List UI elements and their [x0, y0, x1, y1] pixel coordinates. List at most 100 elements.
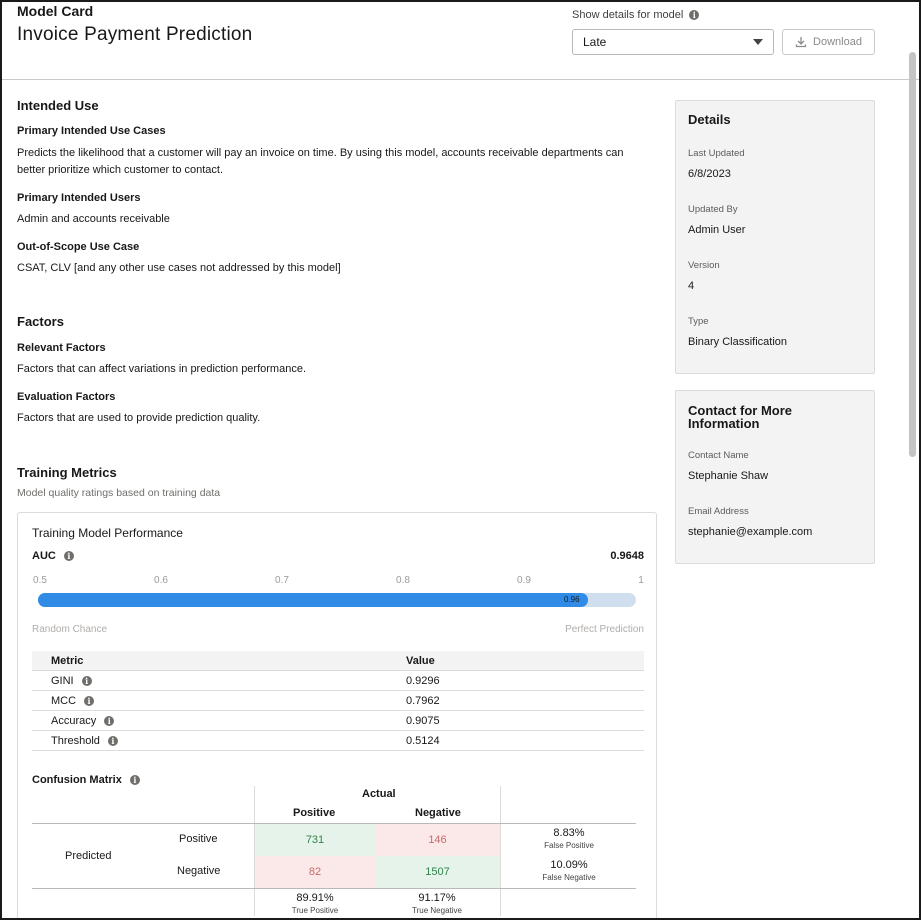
confusion-matrix-title: Confusion Matrix i [32, 774, 140, 786]
download-icon [795, 37, 807, 48]
oos-text: CSAT, CLV [and any other use cases not a… [17, 262, 341, 274]
model-card-page: Model Card Invoice Payment Prediction Sh… [0, 0, 921, 920]
auc-value: 0.9648 [610, 550, 644, 562]
scale-tick: 0.5 [33, 575, 47, 586]
type-label: Type [688, 316, 709, 327]
chevron-down-icon [753, 39, 763, 45]
users-text: Admin and accounts receivable [17, 213, 170, 225]
metric-name-cell: GINI i [32, 675, 387, 687]
metric-name: GINI [51, 674, 74, 687]
false-negative-cell: 82 [255, 856, 375, 888]
fn-rate-label: False Negative [542, 873, 596, 882]
row-positive-label: Positive [179, 833, 218, 845]
auc-label-text: AUC [32, 550, 56, 562]
metric-name: MCC [51, 694, 77, 707]
random-chance-label: Random Chance [32, 624, 108, 635]
metrics-table: Metric Value GINI i 0.9296 MCC i 0.7962 Ac… [32, 651, 644, 751]
info-icon[interactable]: i [107, 735, 118, 746]
row-negative-label: Negative [177, 865, 221, 877]
fp-rate: 8.83% False Positive [499, 827, 639, 850]
email-link[interactable]: stephanie@example.com [688, 526, 812, 538]
scale-tick: 0.6 [154, 575, 168, 586]
scrollbar-thumb[interactable] [909, 52, 916, 457]
tn-rate-label: True Negative [412, 906, 462, 915]
fp-rate-value: 8.83% [553, 827, 585, 839]
fp-rate-label: False Positive [544, 841, 594, 850]
page-eyebrow: Model Card [17, 3, 94, 19]
metrics-table-header: Metric Value [32, 651, 644, 671]
model-select-value: Late [583, 35, 607, 49]
info-icon[interactable]: i [84, 695, 95, 706]
users-heading: Primary Intended Users [17, 192, 141, 204]
tp-rate-label: True Positive [291, 906, 339, 915]
scale-tick: 0.9 [517, 575, 531, 586]
use-cases-heading: Primary Intended Use Cases [17, 125, 166, 137]
contact-name-label: Contact Name [688, 450, 749, 461]
version-value: 4 [688, 280, 695, 292]
version-label: Version [688, 260, 720, 271]
actual-label: Actual [362, 788, 396, 800]
tn-rate-value: 91.17% [418, 892, 456, 904]
info-icon[interactable]: i [63, 551, 74, 561]
page-title: Invoice Payment Prediction [17, 24, 253, 45]
confusion-matrix-title-text: Confusion Matrix [32, 774, 122, 786]
metric-name: Accuracy [51, 714, 97, 727]
evaluation-factors-text: Factors that are used to provide predict… [17, 412, 261, 424]
last-updated-value: 6/8/2023 [688, 168, 731, 180]
training-metrics-subtitle: Model quality ratings based on training … [17, 487, 221, 499]
scale-tick: 0.7 [275, 575, 289, 586]
scale-tick: 1 [638, 575, 644, 586]
metric-value: 0.9075 [406, 714, 440, 727]
col-negative-label: Negative [415, 807, 461, 819]
true-negative-cell: 1507 [375, 856, 500, 888]
true-positive-cell: 731 [255, 824, 375, 856]
table-row: MCC i 0.7962 [32, 691, 644, 711]
tp-rate-value: 89.91% [296, 892, 334, 904]
oos-heading: Out-of-Scope Use Case [17, 241, 140, 253]
updated-by-label: Updated By [688, 204, 738, 215]
false-positive-cell: 146 [375, 824, 500, 856]
metric-name-cell: Threshold i [32, 735, 387, 747]
details-heading: Details [688, 112, 731, 127]
info-icon[interactable]: i [689, 10, 700, 20]
factors-heading: Factors [17, 314, 64, 329]
updated-by-value: Admin User [688, 224, 746, 236]
metric-column-header: Metric [51, 654, 84, 667]
cm-divider [32, 888, 636, 889]
auc-bar-label: 0.96 [564, 595, 580, 604]
contact-heading: Contact for More Information [688, 403, 792, 431]
info-icon[interactable]: i [104, 715, 115, 726]
model-select[interactable]: Late [572, 29, 774, 55]
table-row: GINI i 0.9296 [32, 671, 644, 691]
evaluation-factors-heading: Evaluation Factors [17, 391, 116, 403]
details-card: Details Last Updated 6/8/2023 Updated By… [675, 100, 875, 374]
tn-rate: 91.17% True Negative [367, 892, 507, 915]
relevant-factors-text: Factors that can affect variations in pr… [17, 363, 306, 375]
table-row: Accuracy i 0.9075 [32, 711, 644, 731]
perfect-prediction-label: Perfect Prediction [565, 624, 644, 635]
metric-name-cell: MCC i [32, 695, 387, 707]
panel-title: Training Model Performance [32, 526, 183, 540]
metric-value: 0.5124 [406, 734, 440, 747]
fn-rate-value: 10.09% [550, 859, 588, 871]
confusion-matrix: Actual Positive Negative Predicted Posit… [32, 786, 639, 918]
email-label: Email Address [688, 506, 749, 517]
info-icon[interactable]: i [81, 675, 92, 686]
training-performance-panel: Training Model Performance AUC i 0.9648 … [17, 512, 657, 918]
contact-name-value: Stephanie Shaw [688, 470, 769, 482]
show-details-label: Show details for model i [572, 9, 700, 21]
auc-bar-fill [38, 593, 588, 607]
info-icon[interactable]: i [129, 775, 140, 785]
auc-label: AUC i [32, 550, 74, 562]
show-details-text: Show details for model [572, 9, 684, 21]
scale-tick: 0.8 [396, 575, 410, 586]
metric-name: Threshold [51, 734, 100, 747]
relevant-factors-heading: Relevant Factors [17, 342, 106, 354]
tp-rate: 89.91% True Positive [245, 892, 385, 915]
download-button[interactable]: Download [782, 29, 875, 55]
metric-value: 0.9296 [406, 674, 440, 687]
type-value: Binary Classification [688, 336, 788, 348]
page-header: Model Card Invoice Payment Prediction Sh… [2, 2, 919, 80]
last-updated-label: Last Updated [688, 148, 745, 159]
col-positive-label: Positive [293, 807, 336, 819]
